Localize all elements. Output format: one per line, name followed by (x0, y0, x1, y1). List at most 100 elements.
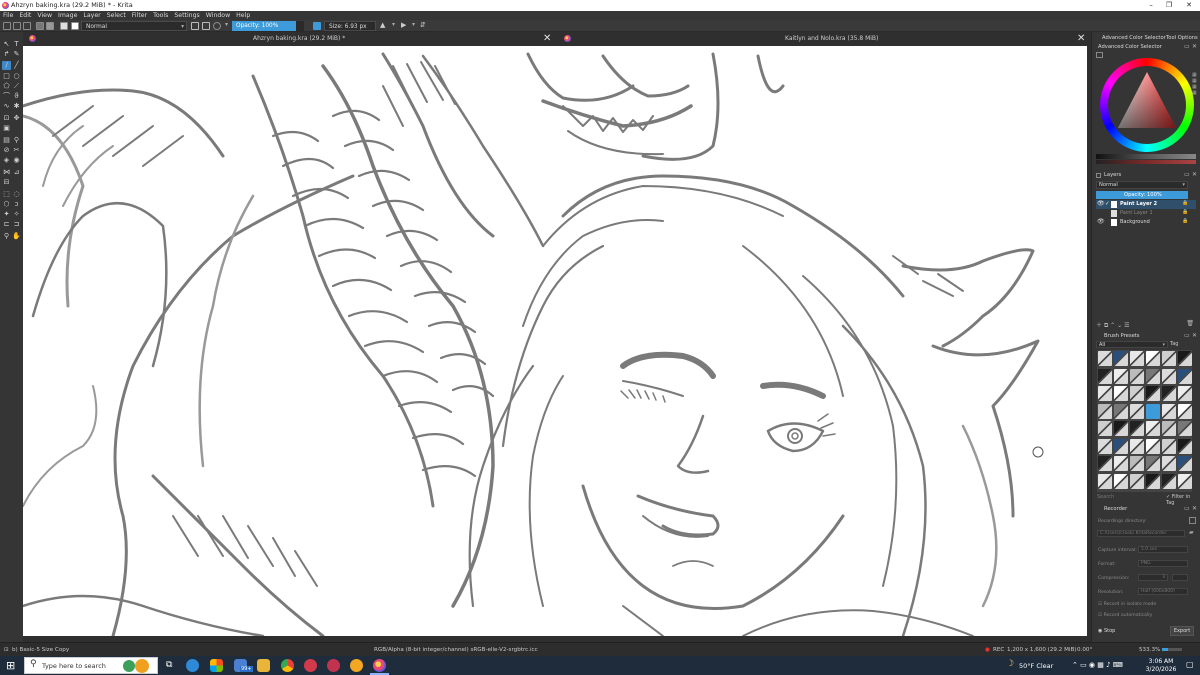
layer-lock-icon[interactable]: 🔒 (1182, 218, 1188, 224)
checkmark-icon[interactable]: ✓ (1105, 201, 1110, 207)
assistant-tool-icon[interactable]: ⋈ (2, 168, 11, 177)
brush-preset-tile[interactable] (1130, 473, 1144, 489)
line-tool-icon[interactable]: ╱ (12, 61, 21, 70)
preserve-alpha-icon[interactable] (202, 22, 210, 30)
task-view-icon[interactable]: ⧉ (166, 660, 172, 670)
current-brush-name[interactable]: b) Basic-5 Size Copy (12, 643, 69, 657)
brush-preset-tile[interactable] (1178, 473, 1192, 489)
brush-preset-tile[interactable] (1098, 386, 1112, 401)
mirror-horizontal-icon[interactable]: ▶ (401, 21, 406, 29)
brush-preset-tile[interactable] (1098, 456, 1112, 471)
close-panel-icon[interactable]: ✕ (1192, 505, 1197, 512)
blend-mode-select[interactable]: Normal ▾ (81, 21, 187, 31)
lightness-bar[interactable] (1096, 154, 1196, 159)
dynamic-brush-tool-icon[interactable]: ∿ (2, 102, 11, 111)
layer-opacity-slider[interactable]: Opacity: 100% (1096, 191, 1188, 199)
brush-preset-tile[interactable] (1098, 368, 1112, 384)
menu-window[interactable]: Window (203, 11, 233, 20)
layer-blend-mode-select[interactable]: Normal ▾ (1096, 181, 1188, 189)
open-document-icon[interactable] (13, 22, 21, 30)
chevron-down-icon[interactable]: ▾ (392, 21, 395, 28)
weather-text[interactable]: 50°F Clear (1019, 662, 1053, 670)
brush-preset-tile[interactable] (1130, 351, 1144, 366)
magnetic-select-tool-icon[interactable]: ⊐ (12, 220, 21, 229)
add-layer-icon[interactable]: ＋ (1096, 322, 1102, 329)
menu-settings[interactable]: Settings (171, 11, 202, 20)
capture-interval-field[interactable]: 5.0 sec (1138, 546, 1188, 553)
minimize-button[interactable]: – (1142, 0, 1160, 11)
notifications-icon[interactable]: ▢ (1186, 660, 1194, 669)
saturation-value-triangle[interactable] (1100, 58, 1194, 152)
float-panel-icon[interactable]: ▭ (1184, 171, 1190, 178)
brush-preset-tile[interactable] (1114, 368, 1128, 384)
maximize-button[interactable]: ❐ (1160, 0, 1178, 11)
menu-edit[interactable]: Edit (16, 11, 34, 20)
menu-image[interactable]: Image (55, 11, 80, 20)
brush-preset-tile[interactable] (1162, 368, 1176, 384)
record-indicator[interactable]: REC (993, 643, 1004, 657)
brush-preset-tile[interactable] (1146, 368, 1160, 384)
brush-preset-icon[interactable] (71, 22, 79, 30)
reload-preset-icon[interactable] (213, 22, 221, 30)
pan-tool-icon[interactable]: ✋ (12, 232, 21, 241)
taskbar-search-box[interactable]: ⚲ Type here to search (24, 657, 158, 674)
close-window-button[interactable]: ✕ (1180, 0, 1198, 11)
menu-file[interactable]: File (0, 11, 16, 20)
brush-preset-tile[interactable] (1114, 456, 1128, 471)
tab-tool-options[interactable]: Tool Options (1166, 35, 1198, 41)
crop-tool-icon[interactable]: ⊡ (2, 114, 11, 123)
eraser-mode-icon[interactable] (191, 22, 199, 30)
freehand-select-tool-icon[interactable]: ↄ (12, 200, 21, 209)
bezier-tool-icon[interactable]: ⌒ (2, 92, 11, 101)
eye-icon[interactable]: 👁 (1097, 218, 1105, 225)
delete-layer-icon[interactable]: 🗑 (1186, 320, 1194, 327)
krita-taskbar-icon[interactable] (373, 659, 386, 672)
isolate-mode-checkbox[interactable]: ☑ Record in isolate mode (1098, 602, 1156, 607)
chevron-down-icon[interactable]: ▾ (225, 21, 228, 28)
smart-patch-tool-icon[interactable]: ✂ (12, 146, 21, 155)
eye-icon[interactable]: 👁 (1097, 200, 1105, 207)
brush-preset-tile[interactable] (1178, 386, 1192, 401)
system-tray-icons[interactable]: ⌃ ▭ ◉ ▦ ♪ ⌨ (1072, 661, 1123, 669)
brush-preset-tile[interactable] (1098, 421, 1112, 436)
float-panel-icon[interactable]: ▭ (1184, 43, 1190, 50)
tab-kaitlyn-and-nolo[interactable]: Kaitlyn and Nolo.kra (35.8 MiB) (785, 32, 878, 46)
brush-preset-tile[interactable] (1178, 351, 1192, 366)
brush-preset-tile[interactable] (1146, 421, 1160, 436)
enclose-fill-tool-icon[interactable]: ◉ (12, 156, 21, 165)
close-tab-icon[interactable]: ✕ (543, 32, 551, 45)
layer-properties-icon[interactable]: ☰ (1124, 322, 1129, 329)
brush-preset-tile[interactable] (1178, 403, 1192, 419)
save-icon[interactable] (23, 22, 31, 30)
brush-preset-tile[interactable] (1114, 386, 1128, 401)
brush-preset-tile[interactable] (1146, 403, 1160, 419)
fill-tool-icon[interactable]: ◈ (2, 156, 11, 165)
edit-shapes-tool-icon[interactable]: ↱ (2, 50, 11, 59)
brush-preset-tile[interactable] (1146, 456, 1160, 471)
microsoft-365-icon[interactable] (210, 659, 223, 672)
resolution-select[interactable]: Half (600x800) (1138, 588, 1188, 595)
menu-tools[interactable]: Tools (150, 11, 171, 20)
tab-advanced-color-selector[interactable]: Advanced Color Selector (1102, 35, 1166, 41)
clock-date[interactable]: 3/20/2026 (1143, 666, 1179, 673)
drawing-canvas[interactable] (23, 46, 1087, 636)
opacity-slider-track[interactable] (296, 21, 304, 31)
close-tab-icon[interactable]: ✕ (1077, 32, 1085, 45)
clock-time[interactable]: 3:06 AM (1145, 658, 1177, 665)
polygon-select-tool-icon[interactable]: ⬡ (2, 200, 11, 209)
layer-name[interactable]: Background (1120, 218, 1150, 227)
brush-preset-tile[interactable] (1098, 473, 1112, 489)
rect-select-tool-icon[interactable]: ⬚ (2, 190, 11, 199)
brush-preset-tile[interactable] (1098, 351, 1112, 366)
gradient-swatch-icon[interactable] (36, 22, 44, 30)
menu-select[interactable]: Select (104, 11, 129, 20)
brush-editor-icon[interactable] (60, 22, 68, 30)
ellipse-select-tool-icon[interactable]: ◌ (12, 190, 21, 199)
chevron-down-icon[interactable]: ▾ (412, 21, 415, 28)
edge-browser-icon[interactable] (186, 659, 199, 672)
brush-preset-tile[interactable] (1178, 368, 1192, 384)
new-document-icon[interactable] (3, 22, 11, 30)
export-button[interactable]: Export (1170, 626, 1194, 636)
opacity-slider[interactable]: Opacity: 100% (232, 21, 296, 31)
measure-tool-icon[interactable]: ⊿ (12, 168, 21, 177)
